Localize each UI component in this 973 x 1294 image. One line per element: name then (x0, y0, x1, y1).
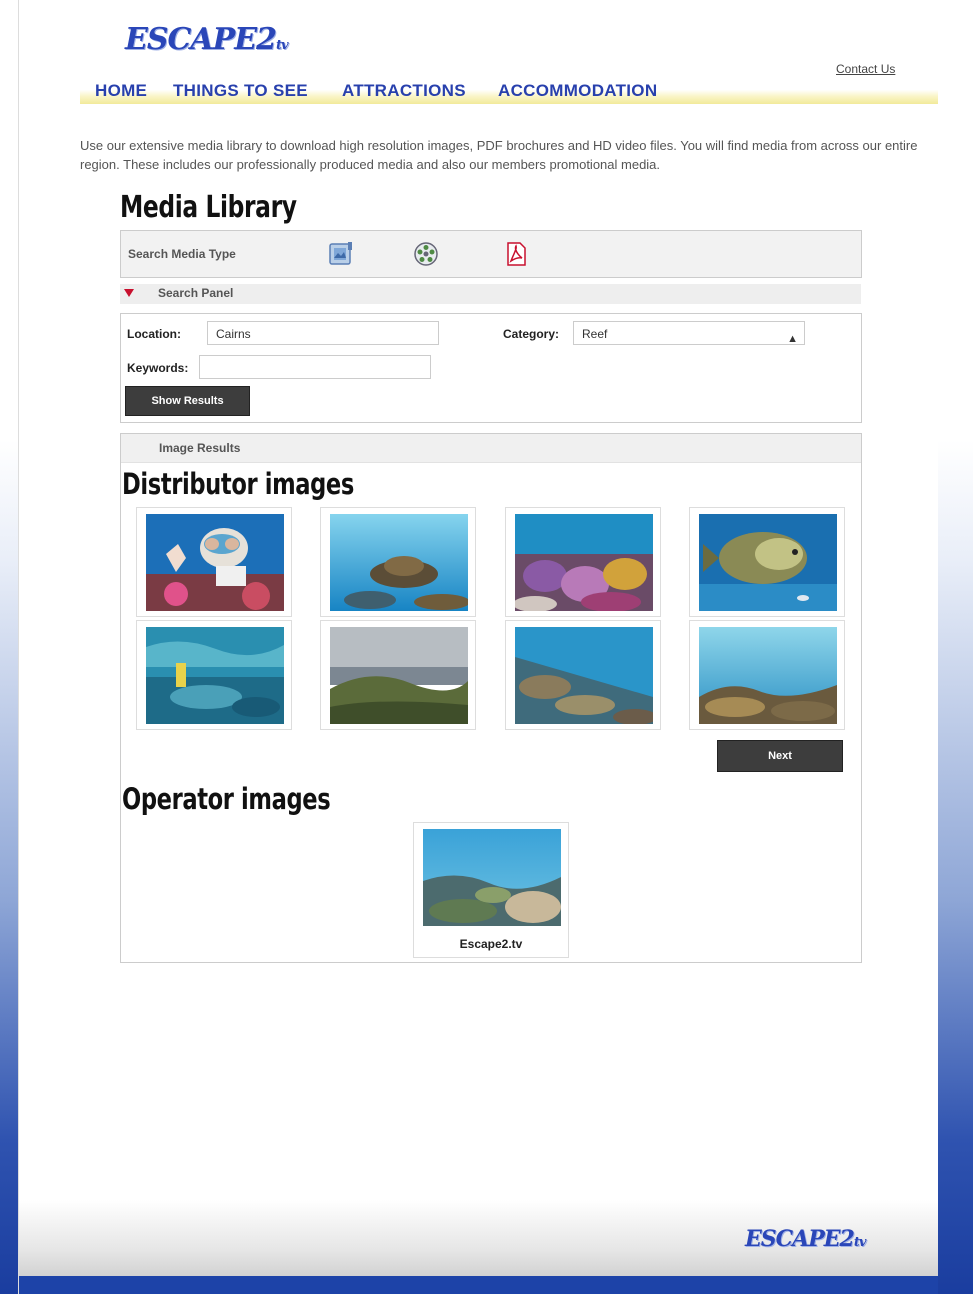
category-selected-value: Reef (582, 327, 608, 341)
distributor-image-thumb[interactable] (689, 507, 845, 617)
search-form: Location: Cairns Category: Reef ▲︎ Keywo… (120, 313, 862, 423)
site-logo[interactable]: ESCAPE2tv (125, 22, 289, 57)
nav-item-attractions[interactable]: ATTRACTIONS (342, 81, 466, 101)
soft-coral-photo (515, 514, 653, 611)
distributor-image-thumb[interactable] (136, 507, 292, 617)
nav-item-home[interactable]: HOME (95, 81, 147, 101)
diver-photo (146, 514, 284, 611)
distributor-image-thumb[interactable] (136, 620, 292, 730)
keywords-input[interactable] (199, 355, 431, 379)
category-select[interactable]: Reef ▲︎ (573, 321, 805, 345)
location-label: Location: (127, 327, 181, 341)
image-icon[interactable] (326, 239, 356, 269)
media-type-bar: Search Media Type (120, 230, 862, 278)
select-arrow-icon[interactable]: ▲︎ (787, 327, 798, 351)
search-panel-header[interactable]: Search Panel (120, 284, 861, 304)
operator-images-title: Operator images (122, 782, 331, 816)
operator-reef-photo (423, 829, 561, 926)
distributor-image-thumb[interactable] (689, 620, 845, 730)
keywords-label: Keywords: (127, 361, 189, 375)
fish-photo (699, 514, 837, 611)
main-nav: HOME THINGS TO SEE ATTRACTIONS ACCOMMODA… (80, 78, 938, 104)
coral-bommie-photo (330, 514, 468, 611)
footer-logo-suffix: tv (853, 1235, 867, 1250)
reef-slope-photo (515, 627, 653, 724)
page: ESCAPE2tv Contact Us HOME THINGS TO SEE … (0, 0, 973, 1294)
intro-text: Use our extensive media library to downl… (80, 138, 918, 172)
logo-text: ESCAPE2 (125, 22, 277, 57)
nav-item-things-to-see[interactable]: THINGS TO SEE (173, 81, 308, 101)
contact-us-link[interactable]: Contact Us (836, 62, 895, 76)
image-results-title: Image Results (159, 441, 241, 455)
operator-image-thumb[interactable]: Escape2.tv (413, 822, 569, 958)
operator-image-caption: Escape2.tv (459, 937, 523, 951)
logo-suffix: tv (275, 38, 289, 53)
location-input[interactable]: Cairns (207, 321, 439, 345)
next-button[interactable]: Next (717, 740, 843, 772)
distributor-image-thumb[interactable] (505, 620, 661, 730)
category-label: Category: (503, 327, 560, 341)
distributor-image-thumb[interactable] (320, 620, 476, 730)
image-results-header: Image Results (121, 434, 861, 463)
snorkeller-photo (146, 627, 284, 724)
film-reel-icon[interactable] (411, 239, 441, 269)
collapse-triangle-icon[interactable] (124, 289, 134, 297)
media-type-label: Search Media Type (128, 247, 236, 261)
pdf-icon[interactable] (501, 239, 531, 269)
page-title: Media Library (120, 190, 297, 225)
footer-bar (19, 1276, 938, 1294)
search-panel-title: Search Panel (158, 286, 234, 300)
distributor-image-thumb[interactable] (505, 507, 661, 617)
footer-logo-text: ESCAPE2 (745, 1226, 855, 1252)
footer-logo[interactable]: ESCAPE2tv (745, 1226, 867, 1252)
distributor-images-title: Distributor images (122, 467, 354, 501)
show-results-button[interactable]: Show Results (125, 386, 250, 416)
staghorn-coral-photo (699, 627, 837, 724)
nav-item-accommodation[interactable]: ACCOMMODATION (498, 81, 657, 101)
coastal-landscape-photo (330, 627, 468, 724)
distributor-image-thumb[interactable] (320, 507, 476, 617)
